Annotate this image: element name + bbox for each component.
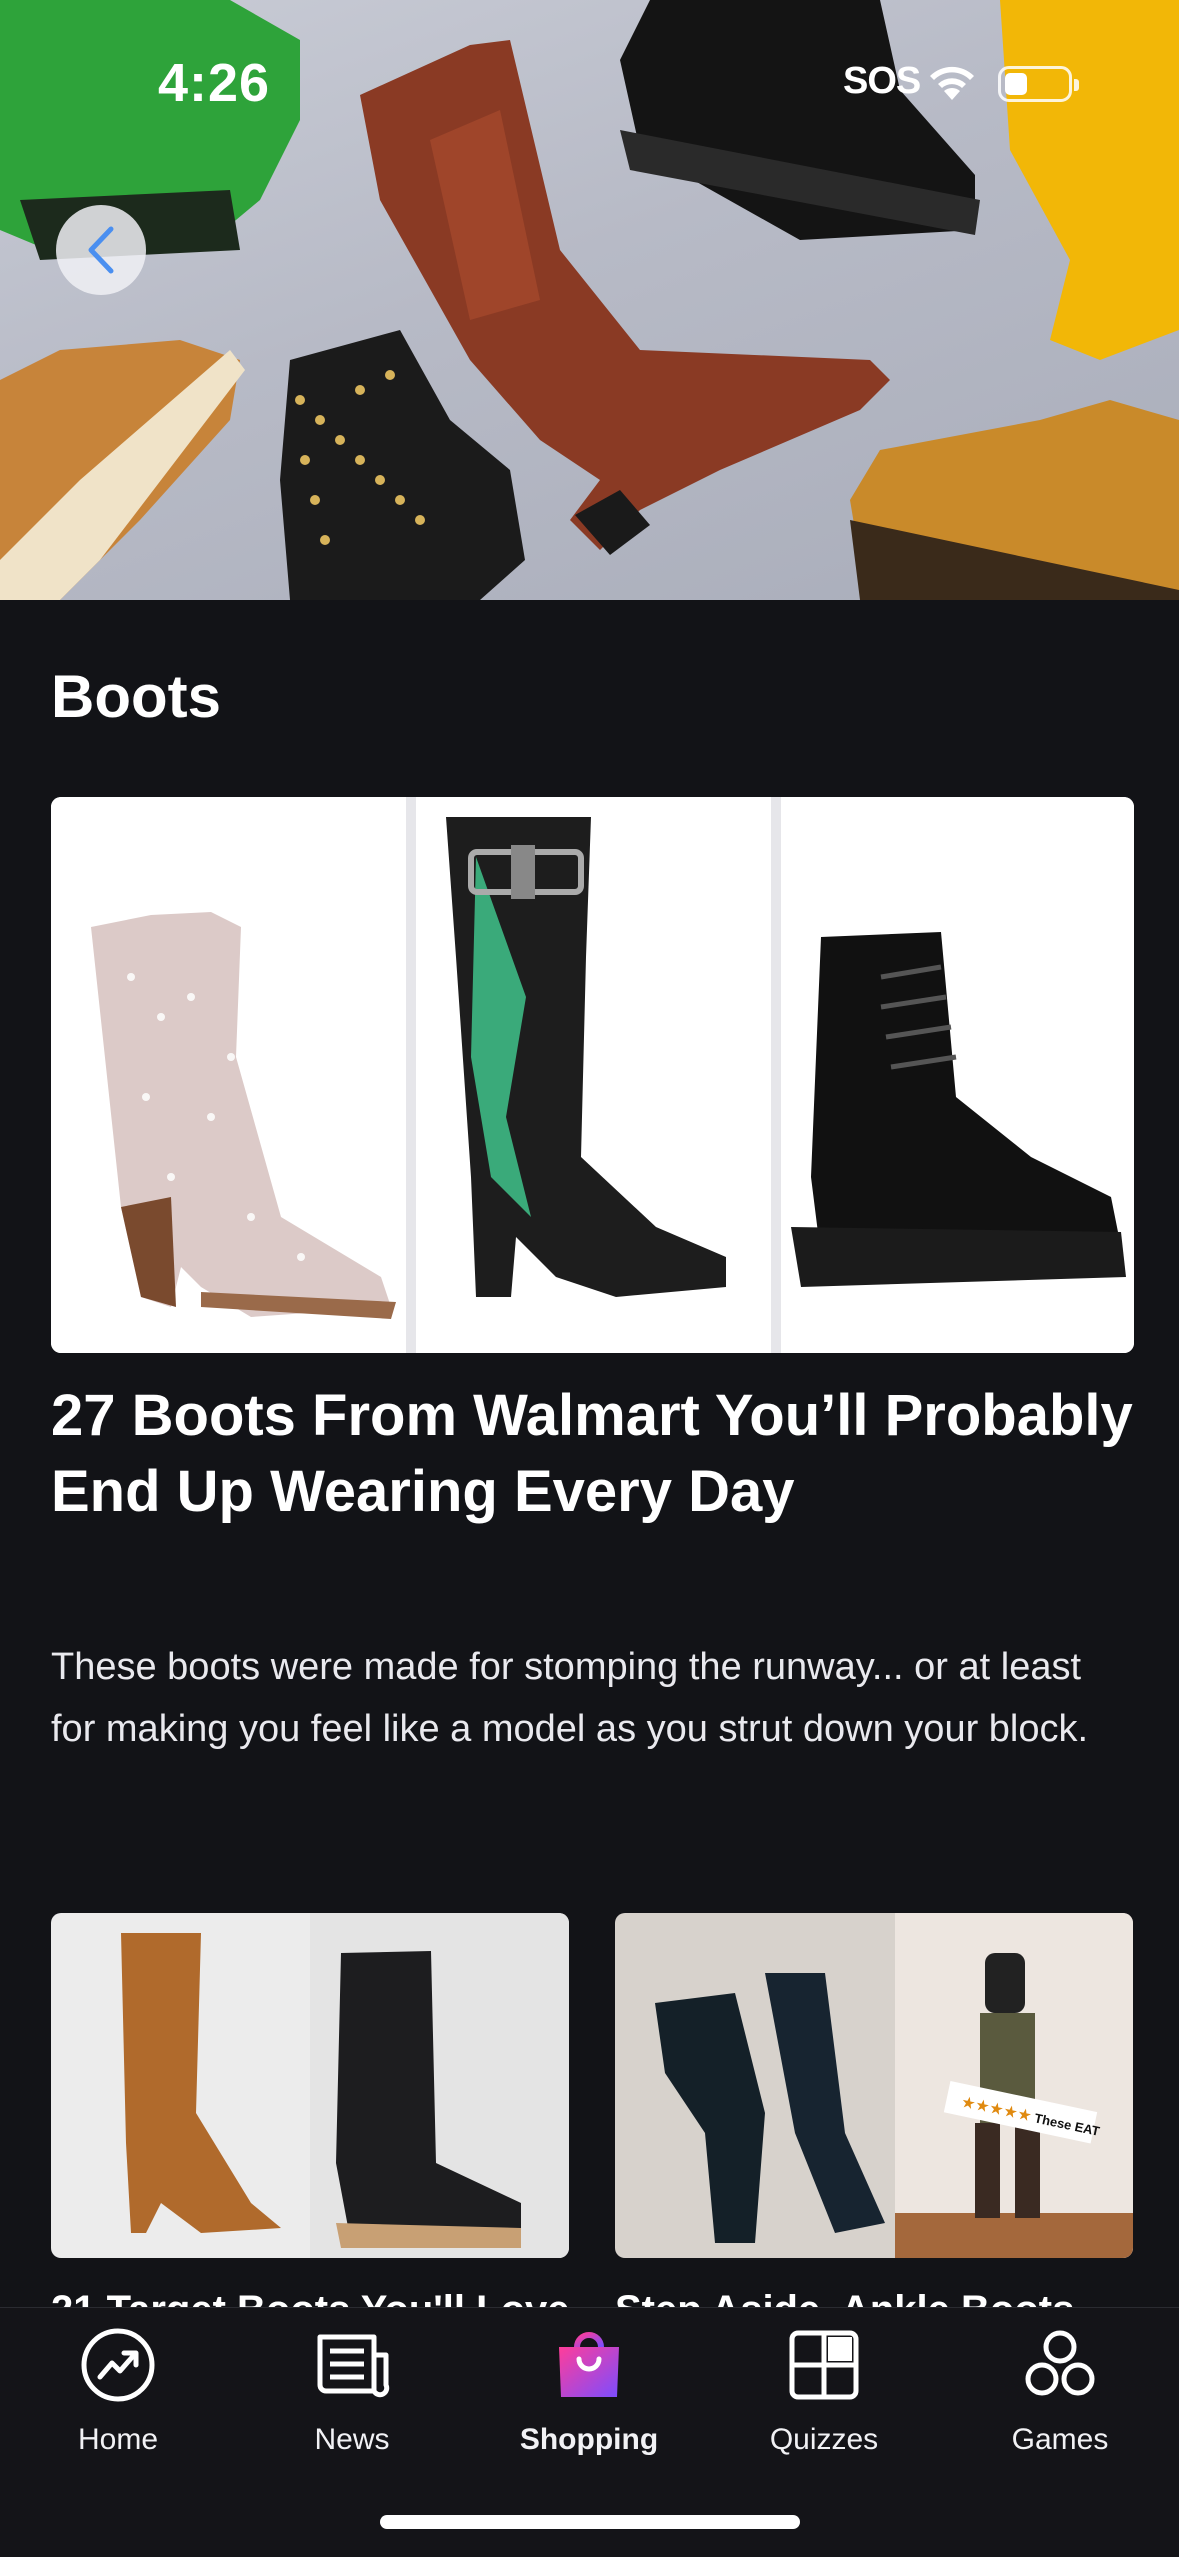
tab-quizzes[interactable]: Quizzes (724, 2308, 924, 2468)
status-time: 4:26 (158, 53, 271, 113)
back-button[interactable] (56, 205, 146, 295)
feature-article-title[interactable]: 27 Boots From Walmart You’ll Probably En… (51, 1378, 1134, 1530)
black-combat-boot-image (781, 797, 1134, 1353)
section-title: Boots (51, 663, 221, 730)
chevron-left-icon (88, 226, 114, 274)
article-thumbnail-target-boots[interactable] (51, 1913, 569, 2258)
sparkly-cowboy-boot-image (51, 797, 406, 1353)
tab-quizzes-label: Quizzes (769, 2423, 879, 2456)
tab-news[interactable]: News (252, 2308, 452, 2468)
knee-high-western-boot-image (416, 797, 771, 1353)
tall-suede-boot-image (121, 1913, 569, 2258)
sos-indicator: SOS (843, 60, 921, 102)
shopping-bag-icon (559, 2332, 619, 2397)
status-bar: 4:26 SOS (0, 0, 1179, 150)
tab-shopping-label: Shopping (519, 2423, 659, 2456)
feature-article-description: These boots were made for stomping the r… (51, 1646, 1089, 1750)
tab-home-label: Home (77, 2423, 159, 2456)
games-icon (1025, 2330, 1095, 2396)
tab-shopping[interactable]: Shopping (489, 2308, 689, 2468)
trending-icon (81, 2328, 155, 2402)
quiz-grid-icon (789, 2330, 859, 2400)
black-suede-boots-image: ★★★★★ These EAT (655, 1913, 1133, 2258)
tab-home[interactable]: Home (18, 2308, 218, 2468)
tab-games[interactable]: Games (960, 2308, 1160, 2468)
feature-article-image[interactable] (51, 797, 1134, 1353)
article-thumbnail-ankle-boots[interactable]: ★★★★★ These EAT (615, 1913, 1133, 2258)
tab-news-label: News (314, 2423, 390, 2456)
battery-icon (998, 66, 1079, 102)
hero-image: 4:26 SOS (0, 0, 1179, 600)
tab-games-label: Games (1011, 2423, 1109, 2456)
home-indicator[interactable] (380, 2515, 800, 2529)
newspaper-icon (317, 2334, 390, 2398)
wifi-icon (930, 66, 974, 100)
